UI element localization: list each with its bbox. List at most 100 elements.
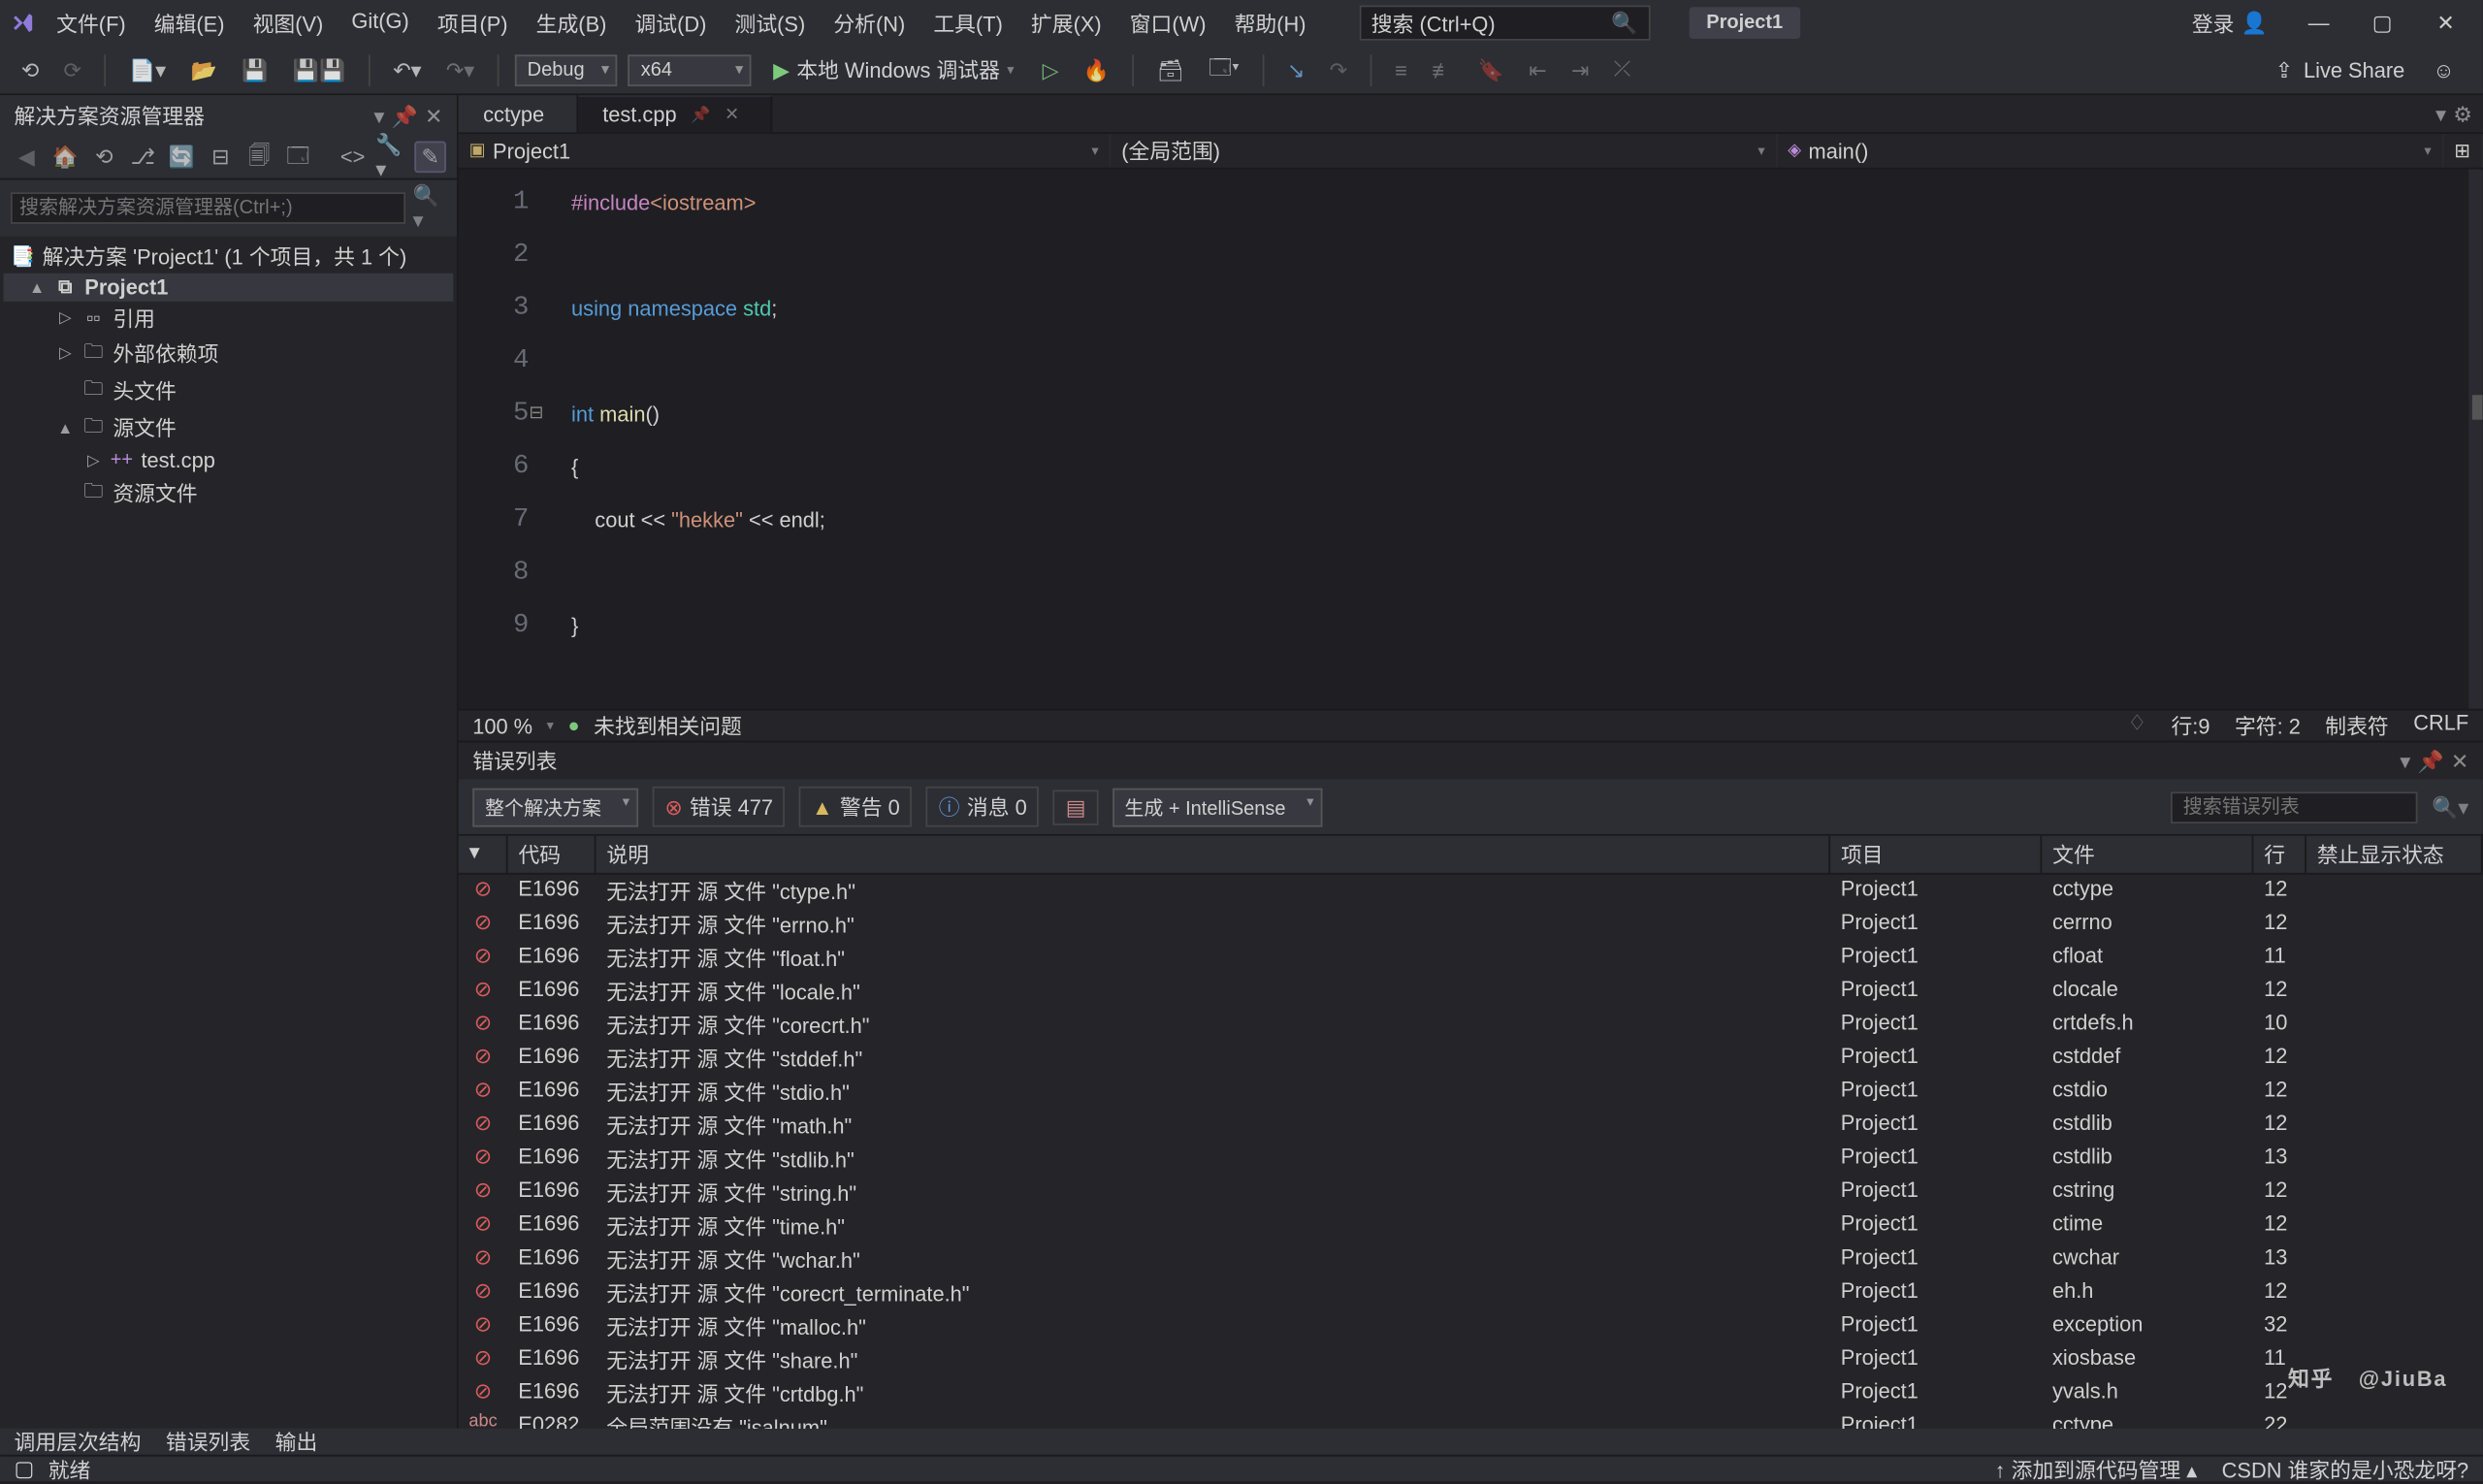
- filter-icon[interactable]: ✎: [414, 141, 446, 173]
- tree-resources[interactable]: 🗀资源文件: [4, 474, 454, 511]
- menu-item[interactable]: 帮助(H): [1220, 1, 1320, 45]
- properties-icon[interactable]: 🗔: [282, 141, 314, 173]
- save-all-button[interactable]: 💾💾: [286, 53, 353, 85]
- tab-error-list[interactable]: 错误列表: [166, 1427, 250, 1457]
- run-nodebug-button[interactable]: ▷: [1035, 53, 1065, 85]
- add-source-control[interactable]: ↑ 添加到源代码管理 ▴: [1995, 1454, 2198, 1484]
- new-item-button[interactable]: 📄▾: [122, 53, 174, 85]
- line-indicator[interactable]: 行:9: [2171, 711, 2209, 741]
- error-row[interactable]: ⊘E1696无法打开 源 文件 "crtdbg.h"Project1yvals.…: [459, 1377, 2483, 1411]
- config-dropdown[interactable]: Debug: [515, 53, 618, 85]
- maximize-button[interactable]: ▢: [2352, 0, 2412, 46]
- error-row[interactable]: ⊘E1696无法打开 源 文件 "corecrt_terminate.h"Pro…: [459, 1276, 2483, 1310]
- scrollbar[interactable]: [2468, 170, 2483, 709]
- tree-project[interactable]: ▲⧉Project1: [4, 274, 454, 302]
- redo-button[interactable]: ↷▾: [439, 53, 482, 85]
- branch-icon[interactable]: ⎇: [127, 141, 159, 173]
- tree-external-deps[interactable]: ▷🗀外部依赖项: [4, 335, 454, 371]
- uncomment-icon[interactable]: ≢: [1425, 53, 1460, 85]
- tab-call-hierarchy[interactable]: 调用层次结构: [15, 1427, 142, 1457]
- error-search-input[interactable]: [2171, 790, 2418, 823]
- tree-source[interactable]: ▲🗀源文件: [4, 409, 454, 446]
- properties-button[interactable]: 🗔▾: [1202, 48, 1246, 91]
- open-file-button[interactable]: 📂: [183, 53, 224, 85]
- col-code[interactable]: 代码: [508, 836, 597, 873]
- menu-item[interactable]: 文件(F): [43, 1, 141, 45]
- tabs-dropdown-icon[interactable]: ▾: [2435, 102, 2446, 126]
- close-button[interactable]: ✕: [2416, 0, 2476, 46]
- view-code-icon[interactable]: <>: [337, 141, 369, 173]
- char-indicator[interactable]: 字符: 2: [2235, 711, 2301, 741]
- live-share-button[interactable]: ⇪ Live Share ☺: [2261, 57, 2468, 81]
- error-row[interactable]: ⊘E1696无法打开 源 文件 "time.h"Project1ctime12: [459, 1210, 2483, 1243]
- indent-mode[interactable]: 制表符: [2325, 711, 2388, 741]
- code-editor[interactable]: 123456789 #include<iostream> using names…: [459, 170, 2483, 709]
- split-icon[interactable]: ⊞: [2443, 134, 2482, 168]
- menu-item[interactable]: 项目(P): [423, 1, 522, 45]
- error-row[interactable]: ⊘E1696无法打开 源 文件 "wchar.h"Project1cwchar1…: [459, 1243, 2483, 1277]
- bookmark-clear-icon[interactable]: ⤫: [1607, 53, 1638, 87]
- col-file[interactable]: 文件: [2042, 836, 2253, 873]
- tabs-settings-icon[interactable]: ⚙: [2453, 102, 2472, 126]
- tab-testcpp[interactable]: test.cpp📌✕: [578, 95, 773, 132]
- warnings-filter[interactable]: ▲警告 0: [799, 787, 912, 827]
- crumb-function[interactable]: ◈main()▾: [1777, 134, 2443, 168]
- feedback-icon[interactable]: ☺: [2433, 57, 2454, 81]
- error-row[interactable]: ⊘E1696无法打开 源 文件 "string.h"Project1cstrin…: [459, 1177, 2483, 1210]
- messages-filter[interactable]: ⓘ消息 0: [926, 787, 1039, 827]
- hot-reload-icon[interactable]: 🔥: [1077, 53, 1117, 85]
- col-project[interactable]: 项目: [1830, 836, 2042, 873]
- col-desc[interactable]: 说明: [596, 836, 1830, 873]
- menu-item[interactable]: Git(G): [338, 1, 423, 45]
- tree-headers[interactable]: 🗀头文件: [4, 372, 454, 409]
- nav-indicator-icon[interactable]: ♢: [2127, 711, 2146, 741]
- dropdown-icon[interactable]: ▾: [2400, 749, 2410, 773]
- pin-tab-icon[interactable]: 📌: [691, 105, 710, 124]
- global-search[interactable]: 搜索 (Ctrl+Q) 🔍: [1359, 5, 1650, 40]
- tree-root[interactable]: 📑解决方案 'Project1' (1 个项目，共 1 个): [4, 240, 454, 274]
- menu-item[interactable]: 测试(S): [721, 1, 820, 45]
- nav-fwd-button[interactable]: ⟳: [56, 53, 88, 85]
- collapse-icon[interactable]: ⊟: [205, 141, 237, 173]
- crumb-project[interactable]: ▣Project1▾: [459, 134, 1112, 168]
- fold-icon[interactable]: ⊟: [529, 388, 543, 441]
- error-row[interactable]: ⊘E1696无法打开 源 文件 "stdio.h"Project1cstdio1…: [459, 1076, 2483, 1110]
- code-text[interactable]: #include<iostream> using namespace std; …: [547, 170, 2469, 709]
- bookmark-next-icon[interactable]: ⇥: [1564, 53, 1596, 85]
- minimize-button[interactable]: —: [2289, 0, 2349, 46]
- crumb-scope[interactable]: (全局范围)▾: [1111, 134, 1777, 168]
- search-icon[interactable]: 🔍▾: [2432, 794, 2468, 819]
- pin-icon[interactable]: 📌: [392, 103, 418, 127]
- menu-item[interactable]: 扩展(X): [1016, 1, 1115, 45]
- refresh-icon[interactable]: 🔄: [166, 141, 198, 173]
- platform-dropdown[interactable]: x64: [629, 53, 752, 85]
- error-row[interactable]: ⊘E1696无法打开 源 文件 "errno.h"Project1cerrno1…: [459, 908, 2483, 942]
- pin-icon[interactable]: 📌: [2417, 749, 2443, 773]
- tree-file-testcpp[interactable]: ▷++test.cpp: [4, 446, 454, 474]
- col-line[interactable]: 行: [2253, 836, 2306, 873]
- bookmark-icon[interactable]: 🔖: [1470, 53, 1511, 85]
- showall-icon[interactable]: 🗐: [243, 141, 275, 173]
- error-row[interactable]: ⊘E1696无法打开 源 文件 "ctype.h"Project1cctype1…: [459, 875, 2483, 909]
- menu-item[interactable]: 生成(B): [522, 1, 621, 45]
- error-row[interactable]: ⊘E1696无法打开 源 文件 "stdlib.h"Project1cstdli…: [459, 1143, 2483, 1177]
- error-source-dropdown[interactable]: 生成 + IntelliSense: [1113, 788, 1323, 826]
- close-icon[interactable]: ✕: [2451, 749, 2468, 773]
- project-badge[interactable]: Project1: [1689, 7, 1800, 39]
- close-icon[interactable]: ✕: [425, 103, 442, 127]
- menu-item[interactable]: 窗口(W): [1115, 1, 1220, 45]
- menu-item[interactable]: 分析(N): [820, 1, 919, 45]
- error-scope-dropdown[interactable]: 整个解决方案: [472, 788, 638, 826]
- solution-search[interactable]: 🔍▾: [0, 179, 457, 236]
- close-tab-icon[interactable]: ✕: [725, 105, 739, 124]
- errors-filter[interactable]: ⊗错误 477: [653, 787, 786, 827]
- error-row[interactable]: ⊘E1696无法打开 源 文件 "malloc.h"Project1except…: [459, 1310, 2483, 1344]
- error-row[interactable]: abcE0282全局范围没有 "isalnum"Project1cctype22: [459, 1410, 2483, 1428]
- dropdown-icon[interactable]: ▾: [373, 103, 384, 127]
- comment-icon[interactable]: ≡: [1388, 53, 1414, 85]
- col-icon[interactable]: ▾: [459, 836, 508, 873]
- tab-cctype[interactable]: cctype: [459, 95, 578, 132]
- error-row[interactable]: ⊘E1696无法打开 源 文件 "locale.h"Project1clocal…: [459, 975, 2483, 1009]
- tree-references[interactable]: ▷▫▫引用: [4, 302, 454, 336]
- back-icon[interactable]: ◀: [11, 141, 43, 173]
